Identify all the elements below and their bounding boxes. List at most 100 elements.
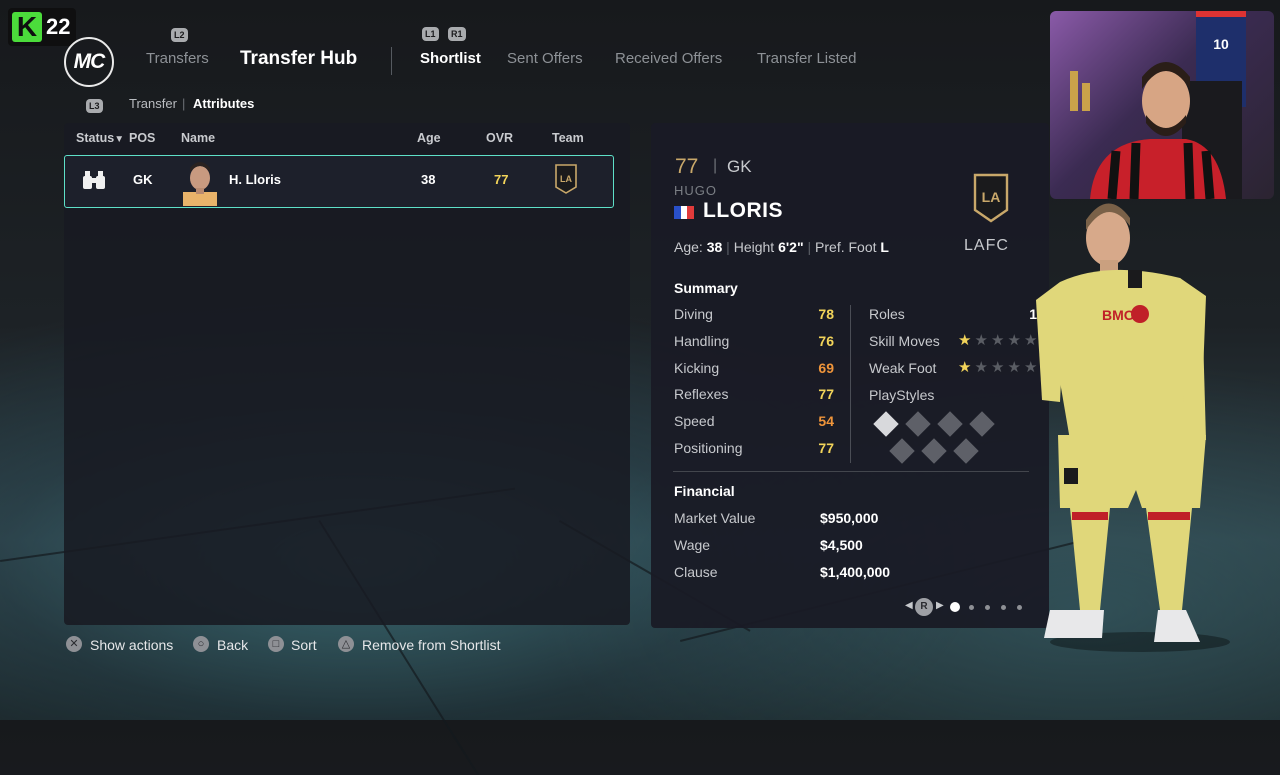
stat-label-kicking: Kicking	[674, 359, 720, 376]
financial-label: Clause	[674, 563, 718, 580]
team-name: LAFC	[964, 237, 1009, 254]
page-left-arrow-icon[interactable]: ◀	[905, 600, 913, 611]
column-header-age[interactable]: Age	[417, 131, 441, 145]
tab-received-offers[interactable]: Received Offers	[615, 50, 722, 67]
star-icon: ★	[974, 332, 988, 349]
lafc-crest-icon: LA	[555, 164, 577, 194]
page-dot[interactable]	[968, 604, 974, 610]
player-last-name: LLORIS	[703, 199, 783, 222]
tab-sent-offers[interactable]: Sent Offers	[507, 50, 583, 67]
row-ovr: 77	[494, 172, 509, 187]
circle-button-icon[interactable]: ○	[193, 636, 209, 652]
nav-divider	[391, 47, 392, 75]
webcam-overlay: 10	[1050, 11, 1274, 199]
star-icon: ★	[1007, 332, 1021, 349]
stat-label-reflexes: Reflexes	[674, 386, 729, 403]
player-model-image: BMO	[1036, 203, 1230, 652]
svg-text:LA: LA	[982, 189, 1001, 205]
stat-value-positioning: 77	[818, 440, 834, 456]
financial-value: $4,500	[820, 536, 863, 553]
square-button-icon[interactable]: □	[268, 636, 284, 652]
financial-heading: Financial	[674, 483, 735, 499]
roles-label: Roles	[869, 306, 905, 322]
height-label: Height	[733, 239, 775, 255]
svg-text:LA: LA	[560, 174, 572, 184]
sort-arrow-icon: ▼	[114, 134, 125, 145]
column-header-name[interactable]: Name	[181, 131, 215, 145]
streamer-image: 10	[1070, 11, 1246, 199]
stat-value-kicking: 69	[818, 359, 834, 376]
tab-transfer-listed[interactable]: Transfer Listed	[757, 50, 857, 67]
player-avatar	[183, 162, 217, 206]
l1-hint-icon: L1	[422, 27, 439, 41]
r1-hint-icon: R1	[448, 27, 466, 41]
star-icon: ★	[974, 359, 988, 376]
stats-divider	[850, 305, 851, 463]
page-dot[interactable]	[984, 604, 990, 610]
l3-hint-icon: L3	[86, 99, 103, 113]
star-icon: ★	[958, 332, 972, 349]
age-label: Age:	[674, 239, 703, 255]
france-flag-icon	[674, 206, 695, 219]
column-header-pos[interactable]: POS	[129, 131, 155, 145]
stat-value-reflexes: 77	[818, 386, 834, 403]
page-title[interactable]: Transfer Hub	[240, 48, 357, 70]
page-dot[interactable]	[1016, 604, 1022, 610]
stat-label-positioning: Positioning	[674, 440, 743, 456]
age-value: 38	[706, 239, 723, 255]
l2-hint-icon: L2	[171, 28, 188, 42]
breadcrumb-transfer[interactable]: Transfer	[129, 96, 177, 111]
page-dot[interactable]	[950, 602, 960, 612]
star-icon: ★	[991, 332, 1005, 349]
lafc-crest-large-icon: LA	[973, 173, 1009, 223]
star-icon: ★	[1007, 359, 1021, 376]
binoculars-icon	[83, 171, 105, 189]
stat-value-speed: 54	[818, 413, 834, 430]
breadcrumb-attributes[interactable]: Attributes	[193, 96, 254, 111]
hint-label[interactable]: Back	[217, 637, 248, 653]
page-dot[interactable]	[1000, 604, 1006, 610]
financial-label: Market Value	[674, 510, 756, 526]
foot-value: L	[880, 239, 889, 255]
stat-label-handling: Handling	[674, 332, 730, 349]
hint-label[interactable]: Remove from Shortlist	[362, 637, 500, 653]
player-ovr: 77	[675, 155, 699, 178]
player-position: GK	[727, 157, 752, 176]
k-logo-icon: K	[12, 12, 42, 42]
star-icon: ★	[991, 359, 1005, 376]
height-value: 6'2"	[778, 239, 804, 255]
row-name: H. Lloris	[229, 172, 282, 187]
column-header-ovr[interactable]: OVR	[486, 131, 513, 145]
badge-number: 22	[46, 14, 71, 39]
triangle-button-icon[interactable]: △	[338, 636, 354, 652]
summary-heading: Summary	[674, 280, 738, 296]
cross-button-icon[interactable]: ✕	[66, 636, 82, 652]
jersey-number: 10	[1213, 36, 1229, 52]
skill-moves-label: Skill Moves	[869, 333, 940, 349]
financial-value: $950,000	[820, 510, 879, 526]
foot-label: Pref. Foot	[815, 239, 877, 255]
column-header-team[interactable]: Team	[552, 131, 584, 145]
stat-label-diving: Diving	[674, 306, 713, 322]
sponsor-text: BMO	[1102, 307, 1135, 323]
playstyles-label: PlayStyles	[869, 387, 935, 403]
page-right-arrow-icon[interactable]: ▶	[936, 600, 944, 611]
r-stick-icon: R	[915, 598, 933, 616]
career-mode-logo: MC	[64, 37, 114, 87]
financial-label: Wage	[674, 536, 711, 553]
star-icon: ★	[958, 359, 972, 376]
financial-value: $1,400,000	[820, 563, 891, 580]
row-age: 38	[421, 172, 436, 187]
hint-label[interactable]: Show actions	[90, 637, 173, 653]
tab-shortlist[interactable]: Shortlist	[420, 50, 481, 67]
weak-foot-label: Weak Foot	[869, 360, 937, 376]
hint-label[interactable]: Sort	[291, 637, 317, 653]
breadcrumb-separator: |	[182, 96, 186, 111]
tab-transfers[interactable]: Transfers	[146, 50, 209, 67]
stat-value-diving: 78	[818, 306, 834, 322]
player-first-name: HUGO	[674, 183, 717, 198]
ovr-separator: |	[713, 157, 718, 174]
column-header-status[interactable]: Status▼	[76, 131, 124, 145]
stat-label-speed: Speed	[674, 413, 715, 430]
stat-value-handling: 76	[818, 332, 834, 349]
